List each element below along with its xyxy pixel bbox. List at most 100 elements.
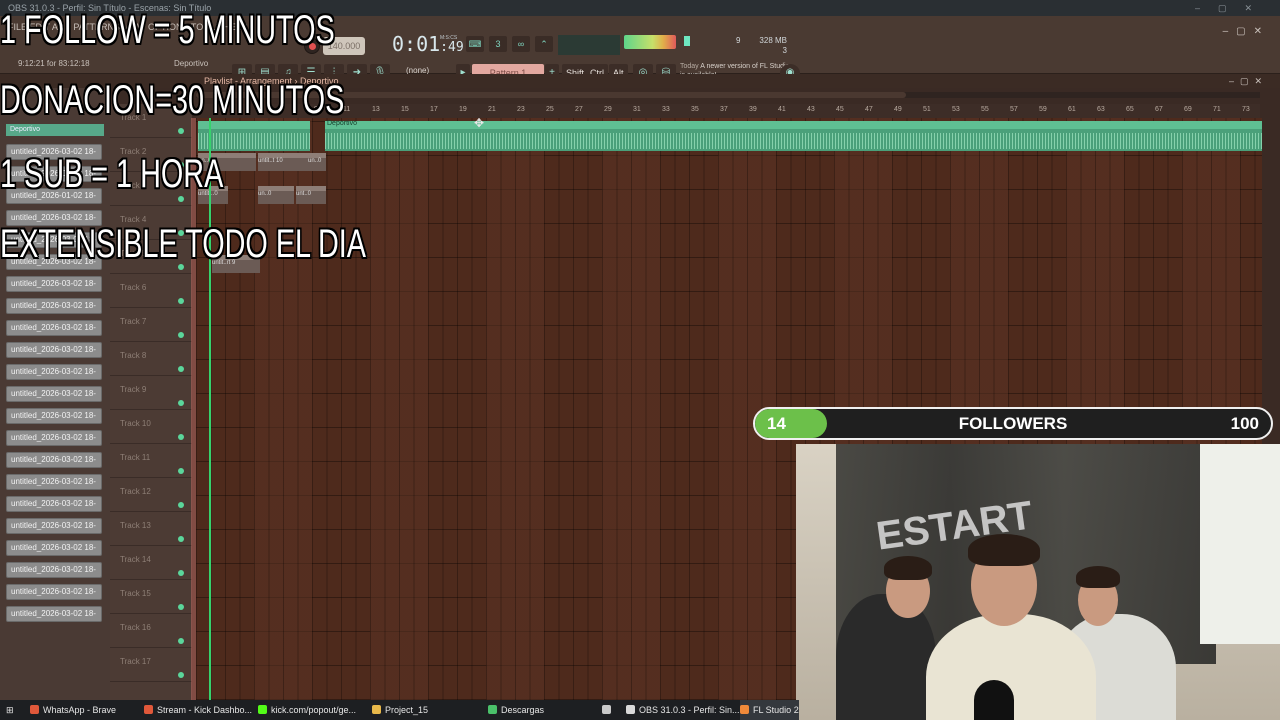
ruler-tick-label: 21	[488, 106, 496, 113]
fl-window-controls[interactable]: –▢✕	[1223, 26, 1270, 37]
wait-icon[interactable]: ∞	[512, 36, 530, 52]
track-mute-led[interactable]	[178, 468, 184, 474]
obs-window-controls[interactable]: –▢✕	[1195, 0, 1270, 16]
track-header[interactable]: Track 13	[110, 512, 192, 546]
taskbar-item[interactable]: FL Studio 2	[740, 700, 799, 720]
browser-item[interactable]: untitled_2026-03-02 18-	[6, 474, 102, 490]
track-mute-led[interactable]	[178, 536, 184, 542]
clip-small-label: untit..t 10	[258, 158, 283, 164]
timeline-ruler[interactable]: 9 11 13 15 17 19 21 23 25 27 29 31 33 35 37 39 41 43 45 47 4…	[196, 104, 1260, 118]
audio-clip-left[interactable]	[198, 121, 310, 151]
browser-item[interactable]: untitled_2026-03-02 18-	[6, 540, 102, 556]
track-name: Track 17	[120, 657, 151, 666]
move-cursor-icon: ✥	[474, 116, 485, 130]
track-mute-led[interactable]	[178, 502, 184, 508]
ruler-tick-label: 71	[1213, 106, 1221, 113]
ruler-tick-label: 51	[923, 106, 931, 113]
browser-item[interactable]: untitled_2026-03-02 18-	[6, 452, 102, 468]
browser-item[interactable]: untitled_2026-03-02 18-	[6, 584, 102, 600]
taskbar-item[interactable]: Descargas	[488, 700, 544, 720]
ruler-tick-label: 39	[749, 106, 757, 113]
track-header[interactable]: Track 9	[110, 376, 192, 410]
webcam-feed: ESTART	[796, 444, 1280, 720]
clip-small-6[interactable]: unt..0	[296, 186, 326, 204]
ruler-tick-label: 43	[807, 106, 815, 113]
track-mute-led[interactable]	[178, 672, 184, 678]
track-header[interactable]: Track 11	[110, 444, 192, 478]
ruler-tick-label: 45	[836, 106, 844, 113]
playhead[interactable]	[209, 118, 211, 700]
taskbar: ⊞ WhatsApp - Brave Stream - Kick Dashbo..…	[0, 700, 799, 720]
browser-head[interactable]: Deportivo	[6, 124, 104, 136]
taskbar-item[interactable]: WhatsApp - Brave	[30, 700, 116, 720]
taskbar-item[interactable]: Stream - Kick Dashbo...	[144, 700, 252, 720]
clip-small-3[interactable]: un..0	[308, 153, 326, 171]
clip-small-2[interactable]: untit..t 10	[258, 153, 308, 171]
cpu-monitor: 9 328 MB 3	[684, 36, 789, 56]
taskbar-item[interactable]	[602, 700, 615, 720]
obs-icon	[626, 705, 635, 714]
ruler-tick-label: 25	[546, 106, 554, 113]
track-header[interactable]: Track 8	[110, 342, 192, 376]
browser-item[interactable]: untitled_2026-03-02 18-	[6, 562, 102, 578]
keyboard-icon[interactable]: ⌨	[466, 36, 484, 52]
person-center-hair	[968, 534, 1040, 566]
ruler-tick-label: 29	[604, 106, 612, 113]
track-mute-led[interactable]	[178, 366, 184, 372]
taskbar-item[interactable]: OBS 31.0.3 - Perfil: Sin...	[626, 700, 740, 720]
ruler-tick-label: 15	[401, 106, 409, 113]
track-mute-led[interactable]	[178, 298, 184, 304]
browser-item[interactable]: untitled_2026-03-02 18-	[6, 320, 102, 336]
browser-item[interactable]: untitled_2026-03-02 18-	[6, 518, 102, 534]
track-header[interactable]: Track 7	[110, 308, 192, 342]
ruler-tick-label: 35	[691, 106, 699, 113]
taskbar-item[interactable]: Project_15	[372, 700, 428, 720]
taskbar-item-label: FL Studio 2	[753, 705, 799, 715]
browser-item[interactable]: untitled_2026-03-02 18-	[6, 430, 102, 446]
playlist-scrollbar[interactable]	[196, 92, 1260, 98]
track-mute-led[interactable]	[178, 434, 184, 440]
track-name: Track 16	[120, 623, 151, 632]
browser-item[interactable]: untitled_2026-03-02 18-	[6, 386, 102, 402]
start-icon[interactable]: ⊞	[6, 700, 14, 720]
overlay-follow: 1 FOLLOW = 5 MINUTOS	[0, 8, 335, 52]
clock-main: 0:01	[392, 32, 441, 56]
browser-item[interactable]: untitled_2026-03-02 18-	[6, 276, 102, 292]
track-name: Track 7	[120, 317, 147, 326]
metronome-icon[interactable]: ⌃	[535, 36, 553, 52]
taskbar-item[interactable]: kick.com/popout/ge...	[258, 700, 356, 720]
track-mute-led[interactable]	[178, 638, 184, 644]
track-mute-led[interactable]	[178, 604, 184, 610]
clip-waveform	[325, 133, 1262, 149]
track-header[interactable]: Track 17	[110, 648, 192, 682]
browser-item[interactable]: untitled_2026-03-02 18-	[6, 298, 102, 314]
oscilloscope	[558, 35, 620, 55]
track-name: Track 6	[120, 283, 147, 292]
track-header[interactable]: Track 6	[110, 274, 192, 308]
taskbar-item-label: Descargas	[501, 705, 545, 715]
track-header[interactable]: Track 16	[110, 614, 192, 648]
taskbar-item-label: Stream - Kick Dashbo...	[157, 705, 253, 715]
followers-goal: 100	[1230, 414, 1259, 433]
browser-item[interactable]: untitled_2026-03-02 18-	[6, 364, 102, 380]
browser-item[interactable]: untitled_2026-03-02 18-	[6, 342, 102, 358]
browser-item[interactable]: untitled_2026-03-02 18-	[6, 606, 102, 622]
browser-item[interactable]: untitled_2026-03-02 18-	[6, 496, 102, 512]
browser-item[interactable]: untitled_2026-03-02 18-	[6, 408, 102, 424]
ruler-tick-label: 17	[430, 106, 438, 113]
track-mute-led[interactable]	[178, 570, 184, 576]
screen: OBS 31.0.3 - Perfil: Sin Título - Escena…	[0, 0, 1280, 720]
track-header[interactable]: Track 12	[110, 478, 192, 512]
track-mute-led[interactable]	[178, 332, 184, 338]
track-mute-led[interactable]	[178, 128, 184, 134]
audio-clip-deportivo[interactable]: Deportivo	[325, 120, 1262, 151]
track-header[interactable]: Track 14	[110, 546, 192, 580]
ruler-tick-label: 23	[517, 106, 525, 113]
clip-small-5[interactable]: un..0	[258, 186, 294, 204]
track-mute-led[interactable]	[178, 400, 184, 406]
playlist-window-controls[interactable]: –▢✕	[1229, 74, 1268, 88]
taskbar-item-label: Project_15	[385, 705, 429, 715]
step-icon[interactable]: 3	[489, 36, 507, 52]
track-header[interactable]: Track 10	[110, 410, 192, 444]
track-header[interactable]: Track 15	[110, 580, 192, 614]
